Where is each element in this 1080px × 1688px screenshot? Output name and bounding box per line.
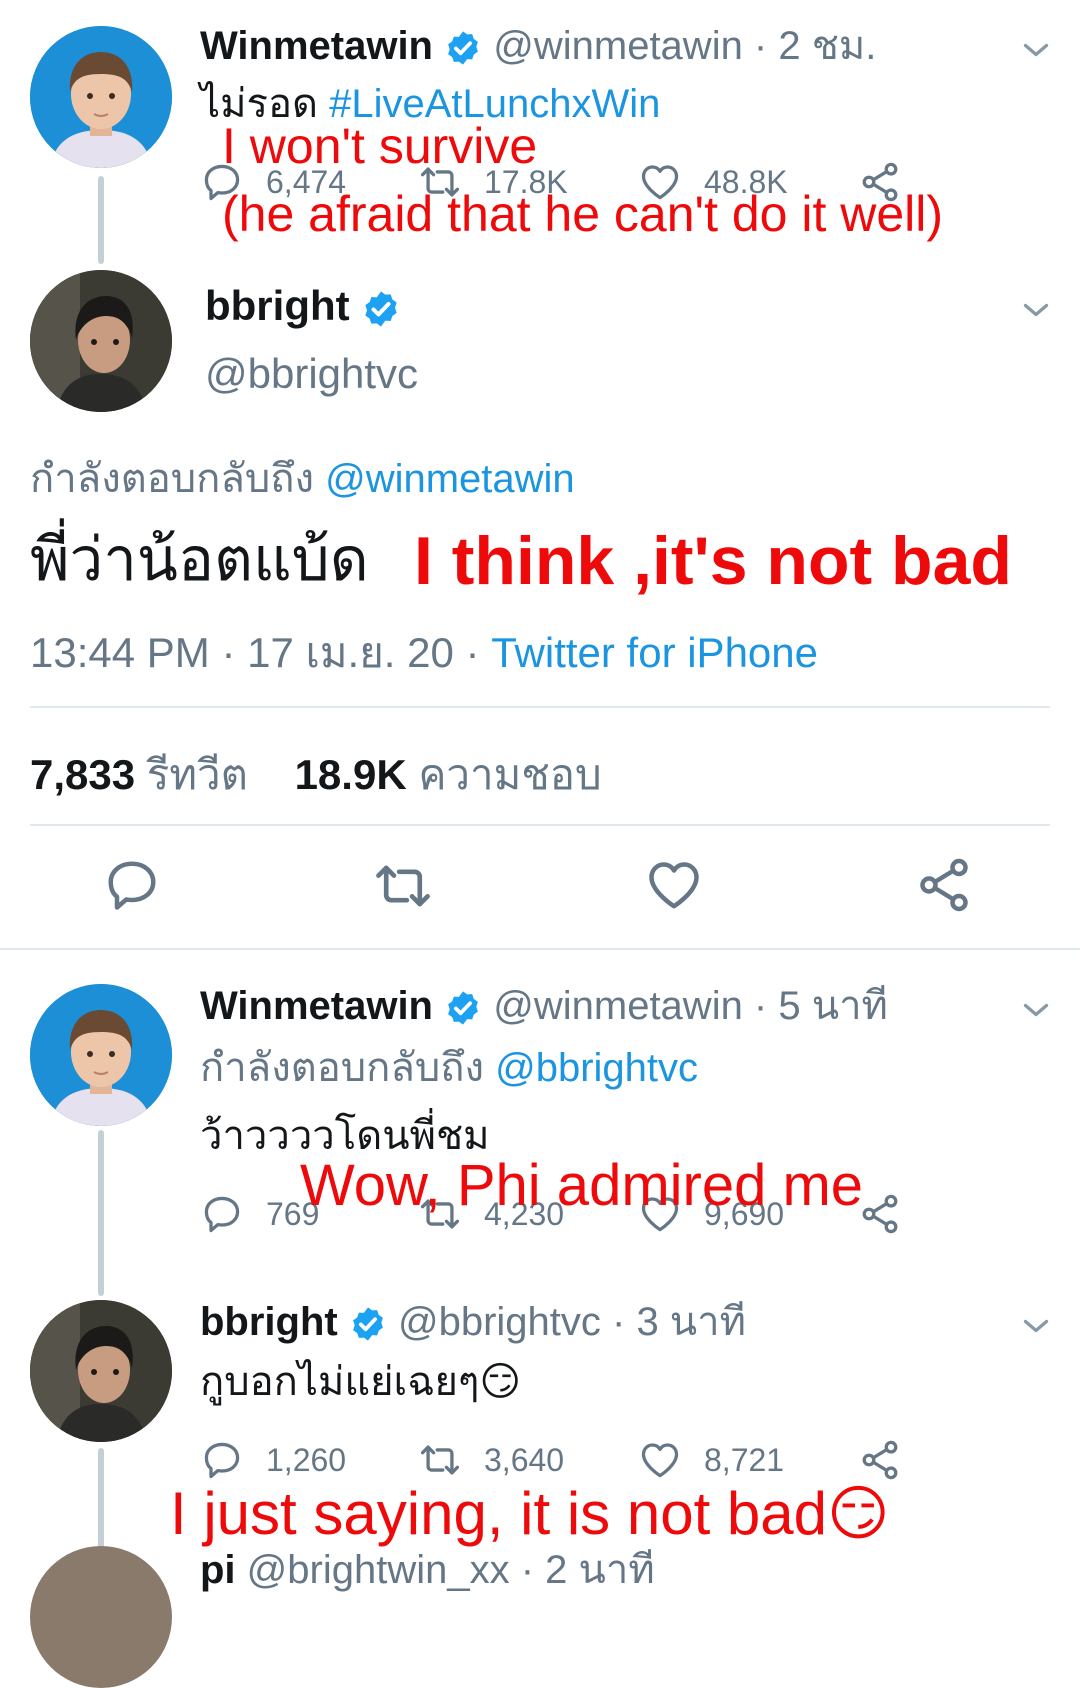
replying-to-link[interactable]: @bbrightvc [495, 1046, 698, 1090]
handle-and-time[interactable]: @winmetawin · 5 นาที [493, 984, 888, 1028]
reply-button[interactable]: 1,260 [200, 1438, 346, 1482]
verified-badge-icon [349, 1305, 387, 1343]
retweet-icon[interactable] [372, 855, 434, 917]
avatar[interactable] [30, 1546, 172, 1688]
retweet-stat-count: 7,833 [30, 751, 136, 798]
replying-to-link[interactable]: @winmetawin [325, 457, 575, 501]
retweet-icon [418, 1438, 462, 1482]
reply-icon[interactable] [102, 855, 162, 915]
replying-label: กำลังตอบกลับถึง [200, 1046, 484, 1090]
avatar[interactable] [30, 984, 172, 1126]
tweet-stats: 7,833 รีทวีต 18.9K ความชอบ [30, 742, 602, 808]
handle-and-time[interactable]: @brightwin_xx · 2 นาที [247, 1548, 655, 1592]
share-icon [858, 1192, 902, 1236]
source-link[interactable]: Twitter for iPhone [491, 629, 818, 676]
replying-label: กำลังตอบกลับถึง [30, 457, 314, 501]
translation-overlay: I won't survive [222, 118, 538, 174]
tweet-header: bbright @bbrightvc · 3 นาที [200, 1298, 746, 1346]
tweet-text: กูบอกไม่แย่เฉยๆ😏 [200, 1360, 522, 1404]
tweet-meta: 13:44 PM · 17 เม.ย. 20 · Twitter for iPh… [30, 620, 818, 686]
translation-overlay: (he afraid that he can't do it well) [222, 186, 944, 242]
reply-icon [200, 1438, 244, 1482]
avatar[interactable] [30, 270, 172, 412]
reply-icon [200, 1192, 244, 1236]
display-name[interactable]: Winmetawin [200, 24, 433, 68]
verified-badge-icon [444, 989, 482, 1027]
display-name[interactable]: Winmetawin [200, 984, 433, 1028]
display-name[interactable]: pi [200, 1548, 236, 1592]
chevron-down-icon[interactable] [1018, 992, 1054, 1028]
handle-and-time[interactable]: @bbrightvc · 3 นาที [398, 1300, 746, 1344]
timestamp[interactable]: 13:44 PM · 17 เม.ย. 20 · [30, 629, 491, 676]
replying-to: กำลังตอบกลับถึง @bbrightvc [200, 1044, 698, 1092]
translation-overlay: Wow, Phi admired me [300, 1153, 864, 1218]
retweet-button[interactable]: 3,640 [418, 1438, 564, 1482]
chevron-down-icon[interactable] [1018, 1308, 1054, 1344]
focused-tweet-text: พี่ว่าน้อตแบ้ด [30, 526, 369, 593]
avatar[interactable] [30, 1300, 172, 1442]
chevron-down-icon[interactable] [1018, 32, 1054, 68]
thread-line [98, 176, 104, 264]
avatar[interactable] [30, 26, 172, 168]
like-icon[interactable] [644, 855, 704, 915]
retweet-stat-label: รีทวีต [146, 751, 248, 798]
replying-to: กำลังตอบกลับถึง @winmetawin [30, 446, 575, 510]
share-icon[interactable] [914, 855, 974, 915]
verified-badge-icon [444, 29, 482, 67]
focused-tweet-author: bbright [205, 282, 401, 330]
tweet-header: pi @brightwin_xx · 2 นาที [200, 1546, 655, 1594]
share-icon [858, 1438, 902, 1482]
translation-overlay: I think ,it's not bad [414, 523, 1012, 599]
like-stat-label: ความชอบ [418, 751, 602, 798]
like-count: 8,721 [704, 1441, 785, 1478]
handle-and-time[interactable]: @winmetawin · 2 ชม. [493, 24, 876, 68]
reply-count: 1,260 [266, 1441, 347, 1478]
tweet-header: Winmetawin @winmetawin · 2 ชม. [200, 22, 876, 70]
display-name[interactable]: bbright [205, 282, 350, 329]
retweet-stat[interactable]: 7,833 รีทวีต [30, 751, 248, 798]
share-button[interactable] [858, 1192, 924, 1236]
divider [30, 706, 1050, 708]
divider [30, 824, 1050, 826]
tweet-header: Winmetawin @winmetawin · 5 นาที [200, 982, 888, 1030]
like-stat[interactable]: 18.9K ความชอบ [295, 751, 602, 798]
thread-line [98, 1130, 104, 1296]
translation-overlay: I just saying, it is not bad😏 [170, 1480, 890, 1547]
like-icon [638, 1438, 682, 1482]
focused-tweet-actions [0, 855, 1080, 925]
display-name[interactable]: bbright [200, 1300, 338, 1344]
handle[interactable]: @bbrightvc [205, 350, 418, 398]
verified-badge-icon [361, 289, 401, 329]
retweet-count: 3,640 [484, 1441, 565, 1478]
share-button[interactable] [858, 1438, 924, 1482]
section-separator [0, 948, 1080, 950]
like-button[interactable]: 8,721 [638, 1438, 784, 1482]
like-stat-count: 18.9K [294, 751, 407, 798]
chevron-down-icon[interactable] [1018, 292, 1054, 328]
